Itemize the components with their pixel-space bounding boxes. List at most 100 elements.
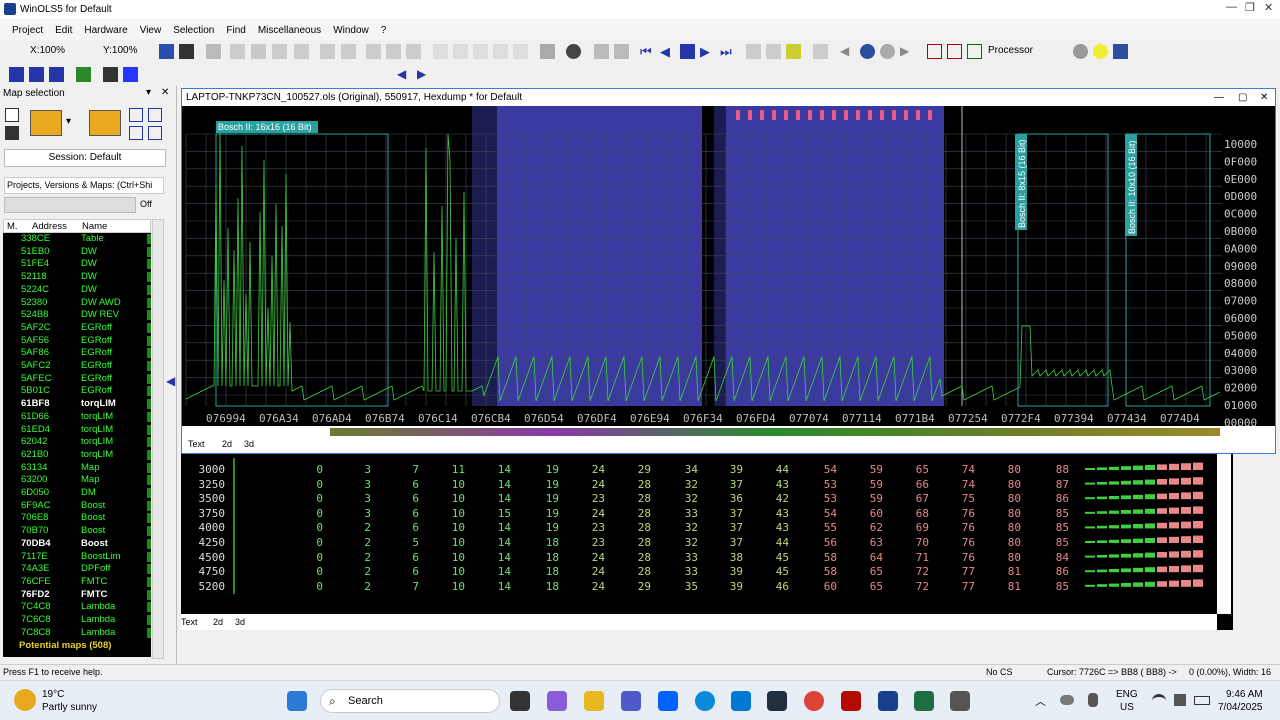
- table-cell[interactable]: 35: [664, 580, 698, 593]
- clock-date[interactable]: 7/04/2025: [1218, 702, 1263, 713]
- table-cell[interactable]: 23: [571, 536, 605, 549]
- factor-icon[interactable]: [473, 44, 488, 59]
- table-cell[interactable]: 18: [525, 580, 559, 593]
- map-list-row[interactable]: 6D050 DM: [3, 487, 151, 500]
- table-cell[interactable]: 71: [895, 551, 929, 564]
- table-row-axis[interactable]: 3250: [191, 478, 226, 491]
- table-cell[interactable]: 3: [337, 463, 371, 476]
- table-cell[interactable]: 77: [941, 565, 975, 578]
- menu-miscellaneous[interactable]: Miscellaneous: [252, 25, 327, 36]
- float-icon[interactable]: [294, 44, 309, 59]
- table-cell[interactable]: 37: [709, 478, 743, 491]
- table-cell[interactable]: 6: [385, 478, 419, 491]
- window2-icon[interactable]: [614, 44, 629, 59]
- table-cell[interactable]: 69: [895, 521, 929, 534]
- table-cell[interactable]: 0: [289, 551, 323, 564]
- map-icon[interactable]: [786, 44, 801, 59]
- p-icon[interactable]: [967, 44, 982, 59]
- context-help-icon[interactable]: [1113, 44, 1128, 59]
- table-cell[interactable]: 2: [337, 580, 371, 593]
- table-cell[interactable]: 58: [803, 565, 837, 578]
- weather-temp[interactable]: 19°C: [42, 689, 64, 700]
- map-list-row[interactable]: 76FD2 FMTC: [3, 589, 151, 602]
- table-cell[interactable]: 37: [709, 521, 743, 534]
- bit32-icon[interactable]: [272, 44, 287, 59]
- table-cell[interactable]: 19: [525, 478, 559, 491]
- table-cell[interactable]: 24: [571, 478, 605, 491]
- table-cell[interactable]: 46: [755, 580, 789, 593]
- table-cell[interactable]: 65: [849, 565, 883, 578]
- table-cell[interactable]: 3: [337, 507, 371, 520]
- processor-button[interactable]: Processor: [988, 45, 1033, 56]
- v-icon[interactable]: [947, 44, 962, 59]
- table-cell[interactable]: 15: [477, 507, 511, 520]
- table-cell[interactable]: 19: [525, 507, 559, 520]
- disabled-icon[interactable]: [540, 44, 555, 59]
- table-cell[interactable]: 7: [385, 463, 419, 476]
- table-cell[interactable]: 86: [1035, 492, 1069, 505]
- table-cell[interactable]: 10: [431, 478, 465, 491]
- table-cell[interactable]: 28: [617, 521, 651, 534]
- stop-icon[interactable]: [680, 44, 695, 59]
- table-cell[interactable]: 19: [525, 463, 559, 476]
- table-cell[interactable]: 0: [289, 565, 323, 578]
- table-cell[interactable]: 34: [664, 463, 698, 476]
- globe-icon[interactable]: [860, 44, 875, 59]
- table-cell[interactable]: 10: [431, 521, 465, 534]
- hex-scrollbar[interactable]: [182, 426, 1275, 438]
- table-cell[interactable]: 7: [385, 580, 419, 593]
- table-cell[interactable]: 32: [664, 536, 698, 549]
- table-cell[interactable]: 0: [289, 478, 323, 491]
- table-row-axis[interactable]: 4500: [191, 551, 226, 564]
- winols-icon[interactable]: [878, 691, 898, 711]
- table-cell[interactable]: 60: [849, 507, 883, 520]
- map-list-row[interactable]: 7C4C8 Lambda: [3, 601, 151, 614]
- map-list-row[interactable]: 61D66 torqLIM: [3, 411, 151, 424]
- hex-tab-text[interactable]: Text: [188, 439, 205, 449]
- table-cell[interactable]: 23: [571, 521, 605, 534]
- hex-close-icon[interactable]: ✕: [1260, 89, 1268, 106]
- table-cell[interactable]: 2: [337, 551, 371, 564]
- list-scrollbar[interactable]: [152, 219, 164, 659]
- original-icon[interactable]: [493, 44, 508, 59]
- table-cell[interactable]: 32: [664, 521, 698, 534]
- table-cell[interactable]: 54: [803, 507, 837, 520]
- map-list-row[interactable]: 6F9AC Boost: [3, 500, 151, 513]
- tool2-icon[interactable]: [29, 67, 44, 82]
- table-cell[interactable]: 14: [477, 580, 511, 593]
- table-cell[interactable]: 81: [987, 580, 1021, 593]
- collapse-arrow-icon[interactable]: ◀: [166, 374, 175, 388]
- table-cell[interactable]: 2: [337, 521, 371, 534]
- table-row-axis[interactable]: 5200: [191, 580, 226, 593]
- map-list-row[interactable]: 7C8C8 Lambda: [3, 627, 151, 640]
- table-cell[interactable]: 86: [1035, 565, 1069, 578]
- menu-view[interactable]: View: [134, 25, 168, 36]
- view-mode-icon[interactable]: [159, 44, 174, 59]
- window-icon[interactable]: [594, 44, 609, 59]
- bit16-icon[interactable]: [251, 44, 266, 59]
- col-address[interactable]: Address: [32, 221, 67, 232]
- table-cell[interactable]: 14: [477, 536, 511, 549]
- calculator-icon[interactable]: [950, 691, 970, 711]
- table-cell[interactable]: 39: [709, 565, 743, 578]
- table-cell[interactable]: 85: [1035, 580, 1069, 593]
- zoom-x-value[interactable]: X:100%: [30, 45, 65, 56]
- map-list-row[interactable]: 76CFE FMTC: [3, 576, 151, 589]
- table-cell[interactable]: 53: [803, 478, 837, 491]
- copilot-icon[interactable]: [547, 691, 567, 711]
- table-cell[interactable]: 53: [803, 492, 837, 505]
- lohi-icon[interactable]: [320, 44, 335, 59]
- table-cell[interactable]: 74: [941, 463, 975, 476]
- map-list-row[interactable]: 61ED4 torqLIM: [3, 424, 151, 437]
- map-list-row[interactable]: 524B8 DW REV: [3, 309, 151, 322]
- table-cell[interactable]: 19: [525, 492, 559, 505]
- microphone-icon[interactable]: [1088, 693, 1098, 707]
- settings-icon[interactable]: [1073, 44, 1088, 59]
- table-row-axis[interactable]: 3000: [191, 463, 226, 476]
- table-cell[interactable]: 45: [755, 565, 789, 578]
- map-list-row[interactable]: 338CE Table: [3, 233, 151, 246]
- back-icon[interactable]: ◀: [840, 44, 855, 59]
- table-cell[interactable]: 14: [477, 565, 511, 578]
- restore-icon[interactable]: ❐: [1245, 1, 1255, 14]
- table-cell[interactable]: 10: [431, 507, 465, 520]
